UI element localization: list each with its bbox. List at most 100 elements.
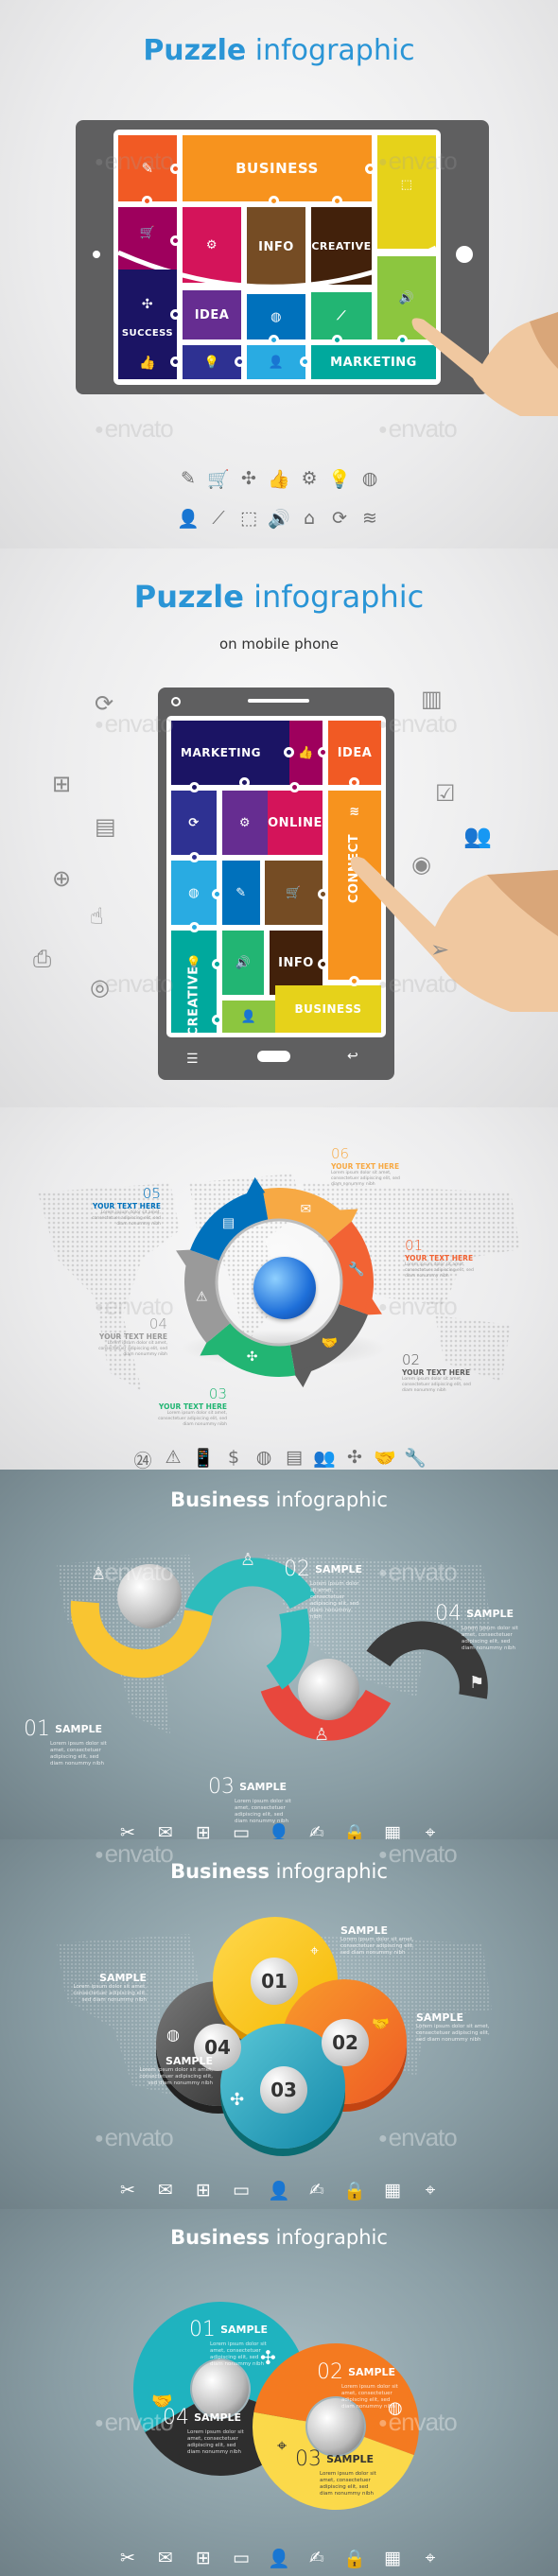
cycle-heading: YOUR TEXT HERE — [405, 1254, 474, 1262]
wifi-icon: ≋ — [362, 508, 377, 529]
tools-icon: ✂ — [120, 2180, 135, 2201]
puzzle-piece-pencil[interactable]: ✎ — [222, 861, 260, 925]
cycle-text: Lorem ipsum dolor sit amet, consectetuer… — [158, 1411, 227, 1427]
puzzle-piece-globe[interactable]: ◍ — [247, 294, 305, 339]
puzzle-piece-creative[interactable]: 💡 CREATIVE — [171, 931, 217, 1036]
browser-cursor-icon: ⬚ — [240, 508, 257, 529]
cycle-number: 06 — [331, 1145, 350, 1162]
icon-row: ✂ ✉ ⊞ ▭ 👤 ✍ 🔒 ▦ ⌖ — [0, 2548, 558, 2569]
watermark: envato — [378, 1558, 458, 1587]
wrench-icon: 🔧 — [348, 1261, 364, 1278]
puzzle-piece-refresh[interactable]: ⟳ — [171, 791, 217, 855]
thumbs-up-icon: 👍 — [298, 745, 314, 760]
puzzle-piece-chart[interactable]: ⟋ — [311, 292, 372, 339]
watermark: envato — [95, 1839, 174, 1869]
24h-icon: ㉔ — [133, 1451, 152, 1470]
map-pin-icon: ⌖ — [425, 1822, 436, 1839]
number-ball-01: 01 — [251, 1958, 298, 2005]
basket-icon: ⌂ — [303, 508, 316, 529]
watermark: envato — [378, 414, 458, 444]
user-icon: 👤 — [268, 1823, 290, 1839]
tablet-home-button[interactable] — [456, 246, 473, 263]
handshake-icon: 🤝 — [322, 1336, 338, 1351]
section-title: Business infographic — [170, 2226, 388, 2249]
puzzle-icon: ✣ — [347, 1447, 362, 1468]
sitemap-icon: ⊞ — [196, 2180, 211, 2201]
puzzle-piece-gears[interactable]: ⚙ — [222, 791, 268, 855]
puzzle-piece-idea[interactable]: IDEA — [183, 290, 241, 339]
puzzle-knob — [365, 164, 375, 174]
padlock-icon: 🔒 — [343, 2181, 366, 2202]
puzzle-piece-user[interactable]: 👤 — [247, 345, 305, 379]
puzzle-piece-success[interactable]: ✣ SUCCESS 👍 — [118, 270, 177, 379]
puzzle-knob — [212, 1015, 222, 1025]
sample-item-03: 03 SAMPLE Lorem ipsum dolor sit amet, co… — [295, 2447, 376, 2497]
puzzle-piece-speaker[interactable]: 🔊 — [222, 931, 264, 995]
puzzle-piece-cart[interactable]: 🛒 — [265, 861, 323, 925]
puzzle-piece-bulb[interactable]: 💡 — [183, 345, 241, 379]
bulb-icon: 💡 — [328, 469, 351, 490]
watermark: envato — [378, 2123, 458, 2152]
puzzle-knob — [239, 777, 250, 788]
puzzle-knob — [170, 309, 181, 320]
monitor-chart-icon: ▦ — [384, 2548, 401, 2568]
map-pin-icon: ⌖ — [277, 2436, 288, 2456]
sitemap-icon: ⊞ — [196, 1822, 211, 1839]
cycle-text: Lorem ipsum dolor sit amet, consectetuer… — [92, 1210, 161, 1227]
puzzle-piece-user[interactable]: 👤 — [222, 1001, 275, 1033]
cycle-heading: YOUR TEXT HERE — [402, 1368, 471, 1377]
puzzle-knob — [235, 357, 245, 367]
sample-item-01: 01 SAMPLE Lorem ipsum dolor sit amet, co… — [189, 2318, 269, 2367]
back-icon[interactable]: ↩ — [347, 1049, 358, 1064]
number-ball-03: 03 — [260, 2066, 307, 2114]
bulb-icon: 💡 — [203, 355, 220, 370]
double-ring-section: Business infographic ✣ 🤝 ◍ ⌖ 01 SAMPLE L… — [0, 2209, 558, 2576]
sample-item-03: 03 SAMPLE Lorem ipsum dolor sit amet, co… — [208, 1775, 291, 1824]
puzzle-knob — [318, 959, 328, 969]
puzzle-icon: ✣ — [241, 468, 256, 489]
globe-icon: ◍ — [188, 885, 200, 900]
section-title: Puzzle infographic — [133, 579, 425, 615]
speaker-icon: 🔊 — [268, 509, 290, 530]
sample-item-02: 02 SAMPLE Lorem ipsum dolor sit amet, co… — [317, 2360, 398, 2410]
mail-icon: ✉ — [158, 2180, 173, 2201]
puzzle-knob — [212, 959, 222, 969]
puzzle-knob — [170, 357, 181, 367]
map-pin-icon: ⌖ — [425, 2548, 436, 2568]
menu-icon[interactable]: ☰ — [186, 1052, 199, 1067]
puzzle-piece-online[interactable]: ONLINE — [268, 791, 323, 855]
watermark: envato — [95, 709, 174, 739]
cycle-text: Lorem ipsum dolor sit amet, consectetuer… — [402, 1377, 471, 1393]
icon-row-2: 👤 ⟋ ⬚ 🔊 ⌂ ⟳ ≋ — [0, 508, 558, 530]
tablet-puzzle-section: Puzzle infographic ✎ BUSINESS ⬚ 🛒 ⚙ INFO… — [0, 0, 558, 548]
chart-line-icon: ⟋ — [212, 508, 225, 529]
puzzle-piece-globe[interactable]: ◍ — [171, 861, 217, 925]
thumbs-up-icon: 👍 — [268, 469, 290, 490]
refresh-icon: ⟳ — [188, 815, 200, 830]
sample-item-04: 04 SAMPLE Lorem ipsum dolor sit amet, co… — [435, 1602, 518, 1651]
globe-icon: ◍ — [166, 2026, 180, 2044]
cart-icon: 🛒 — [286, 885, 302, 900]
watermark: envato — [95, 414, 174, 444]
puzzle-knob — [269, 196, 279, 206]
globe-icon: ◍ — [270, 309, 282, 324]
icon-row: ✂ ✉ ⊞ ▭ 👤 ✍ 🔒 ▦ ⌖ — [0, 1822, 558, 1839]
puzzle-icon: ✣ — [230, 2090, 245, 2110]
cycle-number: 02 — [402, 1351, 421, 1368]
puzzle-knob — [284, 747, 294, 757]
printer-icon: ⎙ — [33, 946, 52, 972]
chart-line-icon: ⟋ — [337, 308, 346, 323]
puzzle-knob — [189, 782, 200, 792]
pointer-hand-icon: ☝ — [90, 903, 104, 930]
puzzle-piece-marketing[interactable]: MARKETING — [171, 721, 289, 785]
cycle-heading: YOUR TEXT HERE — [98, 1332, 167, 1341]
watermark: envato — [378, 969, 458, 999]
home-button[interactable] — [257, 1051, 290, 1062]
flag-icon: ⚑ — [469, 1673, 485, 1693]
globe — [298, 1659, 359, 1720]
puzzle-knob — [332, 196, 342, 206]
icon-row-1: ✎ 🛒 ✣ 👍 ⚙ 💡 ◍ — [0, 468, 558, 490]
puzzle-piece-idea[interactable]: IDEA — [328, 721, 381, 785]
map-pin-icon: ⌖ — [310, 1941, 320, 1959]
puzzle-knob — [300, 357, 310, 367]
